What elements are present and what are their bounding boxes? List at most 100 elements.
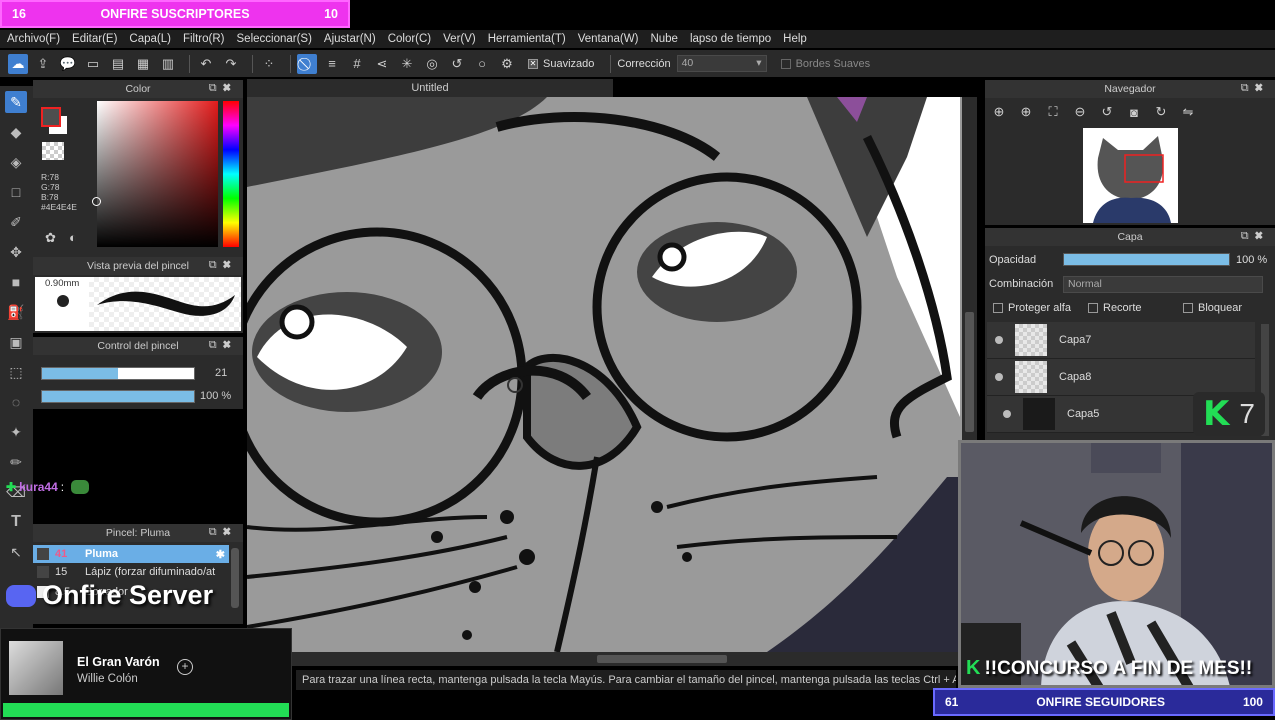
- reset-view-icon[interactable]: ◙: [1124, 102, 1144, 122]
- scroll-thumb[interactable]: [965, 312, 974, 432]
- move-tool-icon[interactable]: ✥: [5, 241, 27, 263]
- zoom-in-icon[interactable]: ⊕: [989, 102, 1009, 122]
- menu-item-11[interactable]: lapso de tiempo: [690, 33, 771, 45]
- brush-item[interactable]: 15 Lápiz (forzar difuminado/at: [33, 563, 229, 581]
- canvas-horizontal-scrollbar[interactable]: [247, 652, 962, 666]
- main-color-swatch[interactable]: [41, 107, 61, 127]
- color-picker-marker[interactable]: [92, 197, 101, 206]
- snap-parallel-icon[interactable]: ≡: [322, 54, 342, 74]
- chat-plus-icon: ✚: [6, 480, 17, 494]
- eye-icon[interactable]: [1003, 410, 1011, 418]
- export-icon[interactable]: ⇪: [33, 54, 53, 74]
- subscribers-goal-bar: 16 ONFIRE SUSCRIPTORES 10: [0, 0, 350, 28]
- panel-controls-icon[interactable]: ⧉✖: [1241, 82, 1269, 95]
- scroll-thumb[interactable]: [597, 655, 727, 663]
- menu-item-4[interactable]: Seleccionar(S): [237, 33, 312, 45]
- snap-radial-icon[interactable]: ✳: [397, 54, 417, 74]
- panel-controls-icon[interactable]: ⧉✖: [1241, 230, 1269, 243]
- bucket-tool-icon[interactable]: ⛽: [5, 301, 27, 323]
- menu-item-5[interactable]: Ajustar(N): [324, 33, 376, 45]
- color-history-icon[interactable]: ◐: [69, 230, 77, 245]
- brush-tool-icon[interactable]: ✐: [5, 211, 27, 233]
- select-pen-icon[interactable]: ✏: [5, 451, 27, 473]
- panel-controls-icon[interactable]: ⧉✖: [209, 339, 237, 352]
- menu-item-3[interactable]: Filtro(R): [183, 33, 225, 45]
- menu-item-10[interactable]: Nube: [650, 33, 678, 45]
- layer-item[interactable]: Capa7: [987, 322, 1255, 359]
- rotate-right-icon[interactable]: ↻: [1151, 102, 1171, 122]
- layer-item[interactable]: Capa8: [987, 359, 1255, 396]
- layers-stack-icon[interactable]: ▥: [158, 54, 178, 74]
- rotate-left-icon[interactable]: ↺: [1097, 102, 1117, 122]
- protect-alpha-checkbox[interactable]: [993, 303, 1003, 313]
- menu-item-0[interactable]: Archivo(F): [7, 33, 60, 45]
- menu-item-12[interactable]: Help: [783, 33, 807, 45]
- menu-item-2[interactable]: Capa(L): [129, 33, 171, 45]
- flip-icon[interactable]: ⇋: [1178, 102, 1198, 122]
- snap-circle-icon[interactable]: ○: [472, 54, 492, 74]
- fit-window-icon[interactable]: ⛶: [1043, 102, 1063, 122]
- drawing-canvas[interactable]: [247, 97, 977, 652]
- menu-item-8[interactable]: Herramienta(T): [488, 33, 566, 45]
- menu-item-1[interactable]: Editar(E): [72, 33, 117, 45]
- saturation-value-square[interactable]: [97, 101, 218, 247]
- panel-controls-icon[interactable]: ⧉✖: [209, 82, 237, 95]
- album-cover: [9, 641, 63, 695]
- soft-edges-checkbox[interactable]: [780, 58, 791, 69]
- snap-grid-icon[interactable]: #: [347, 54, 367, 74]
- grid-page-icon[interactable]: ▦: [133, 54, 153, 74]
- canvas-tab[interactable]: Untitled: [247, 79, 613, 97]
- blend-mode-select[interactable]: Normal: [1063, 276, 1263, 293]
- gradient-tool-icon[interactable]: ▣: [5, 331, 27, 353]
- status-bar: Para trazar una línea recta, mantenga pu…: [296, 670, 956, 690]
- hex-value: #4E4E4E: [41, 202, 77, 212]
- brush-size-slider[interactable]: [41, 367, 195, 380]
- blend-mode-value: Normal: [1068, 278, 1102, 290]
- pen-tool-icon[interactable]: ✎: [5, 91, 27, 113]
- hue-slider[interactable]: [223, 101, 239, 247]
- brush-item[interactable]: 41 Pluma ✱: [33, 545, 229, 563]
- select-tool-icon[interactable]: ⬚: [5, 361, 27, 383]
- brush-list-scrollbar[interactable]: [231, 548, 239, 608]
- text-tool-icon[interactable]: T: [5, 511, 27, 533]
- eraser-tool-icon[interactable]: ◆: [5, 121, 27, 143]
- snap-perspective-icon[interactable]: ⋖: [372, 54, 392, 74]
- comment-icon[interactable]: 💬: [58, 54, 78, 74]
- chat-icon[interactable]: ▭: [83, 54, 103, 74]
- cloud-icon[interactable]: ☁: [8, 53, 28, 74]
- transparent-swatch[interactable]: [42, 142, 64, 160]
- snap-off-icon[interactable]: ⃠: [297, 53, 317, 74]
- menu-item-7[interactable]: Ver(V): [443, 33, 476, 45]
- brush-preview-header: Vista previa del pincel ⧉✖: [33, 257, 243, 275]
- eye-icon[interactable]: [995, 373, 1003, 381]
- smooth-checkbox[interactable]: ✕: [528, 58, 538, 69]
- eye-icon[interactable]: [995, 336, 1003, 344]
- layer-opacity-slider[interactable]: [1063, 253, 1230, 266]
- magic-wand-icon[interactable]: ✦: [5, 421, 27, 443]
- zoom-in-alt-icon[interactable]: ⊕: [1016, 102, 1036, 122]
- correction-select[interactable]: 40 ▾: [676, 55, 767, 72]
- gear-icon[interactable]: ✱: [216, 548, 225, 561]
- lasso-tool-icon[interactable]: ◌: [5, 391, 27, 413]
- menu-item-9[interactable]: Ventana(W): [578, 33, 639, 45]
- zoom-out-icon[interactable]: ⊖: [1070, 102, 1090, 122]
- navigator-thumbnail[interactable]: [1083, 128, 1178, 223]
- blur-eraser-icon[interactable]: ◈: [5, 151, 27, 173]
- fill-rect-icon[interactable]: ■: [5, 271, 27, 293]
- snap-settings-icon[interactable]: ⚙: [497, 54, 517, 74]
- panel-controls-icon[interactable]: ⧉✖: [209, 526, 237, 539]
- snap-curve-icon[interactable]: ↺: [447, 54, 467, 74]
- snap-concentric-icon[interactable]: ◎: [422, 54, 442, 74]
- operation-tool-icon[interactable]: ↖: [5, 541, 27, 563]
- menu-item-6[interactable]: Color(C): [388, 33, 431, 45]
- lock-checkbox[interactable]: [1183, 303, 1193, 313]
- redo-icon[interactable]: ↷: [221, 54, 241, 74]
- undo-icon[interactable]: ↶: [196, 54, 216, 74]
- rectangle-select-icon[interactable]: □: [5, 181, 27, 203]
- deselect-icon[interactable]: ⁘: [259, 54, 279, 74]
- brush-opacity-slider[interactable]: [41, 390, 195, 403]
- document-icon[interactable]: ▤: [108, 54, 128, 74]
- clipping-checkbox[interactable]: [1088, 303, 1098, 313]
- color-wheel-icon[interactable]: ✿: [45, 230, 56, 246]
- panel-controls-icon[interactable]: ⧉✖: [209, 259, 237, 272]
